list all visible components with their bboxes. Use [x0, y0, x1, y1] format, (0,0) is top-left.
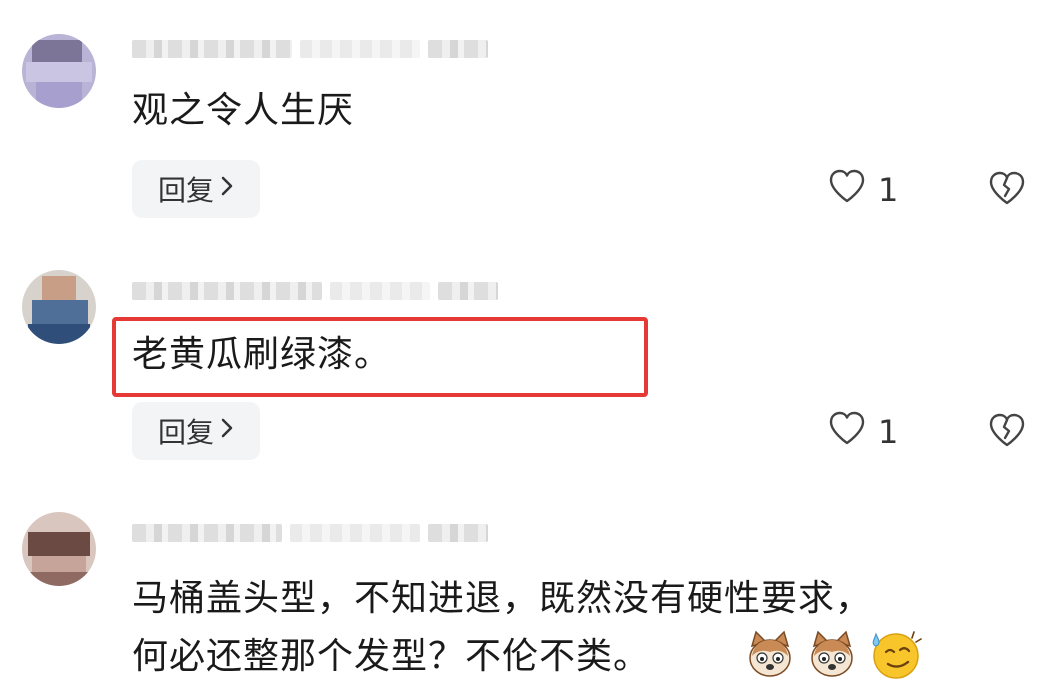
dog-face-emoji: [744, 628, 796, 684]
dislike-button[interactable]: [988, 412, 1026, 452]
dog-face-emoji: [806, 628, 858, 684]
heart-outline-icon: [828, 410, 866, 454]
comment-text: 观之令人生厌: [132, 90, 355, 131]
heart-outline-icon: [828, 168, 866, 212]
chevron-right-icon: [220, 416, 234, 446]
like-count: 1: [878, 413, 899, 451]
avatar[interactable]: [22, 270, 96, 344]
broken-heart-icon: [988, 171, 1026, 210]
reply-label: 回复: [157, 174, 214, 207]
sweat-smile-emoji: [868, 628, 922, 684]
username-blurred[interactable]: [132, 280, 498, 302]
avatar[interactable]: [22, 34, 96, 108]
reply-button[interactable]: 回复: [132, 160, 260, 218]
like-button[interactable]: 1: [828, 168, 898, 212]
dislike-button[interactable]: [988, 170, 1026, 210]
broken-heart-icon: [988, 413, 1026, 452]
reply-button[interactable]: 回复: [132, 402, 260, 460]
highlight-box: [112, 317, 648, 397]
like-count: 1: [878, 171, 899, 209]
comment-text-line-2: 何必还整那个发型？不伦不类。: [132, 636, 651, 677]
reply-label: 回复: [157, 416, 214, 449]
username-blurred[interactable]: [132, 38, 488, 60]
chevron-right-icon: [220, 174, 234, 204]
comment-text-line-1: 马桶盖头型，不知进退，既然没有硬性要求，: [132, 578, 873, 619]
username-blurred[interactable]: [132, 522, 488, 544]
like-button[interactable]: 1: [828, 410, 898, 454]
avatar[interactable]: [22, 512, 96, 586]
